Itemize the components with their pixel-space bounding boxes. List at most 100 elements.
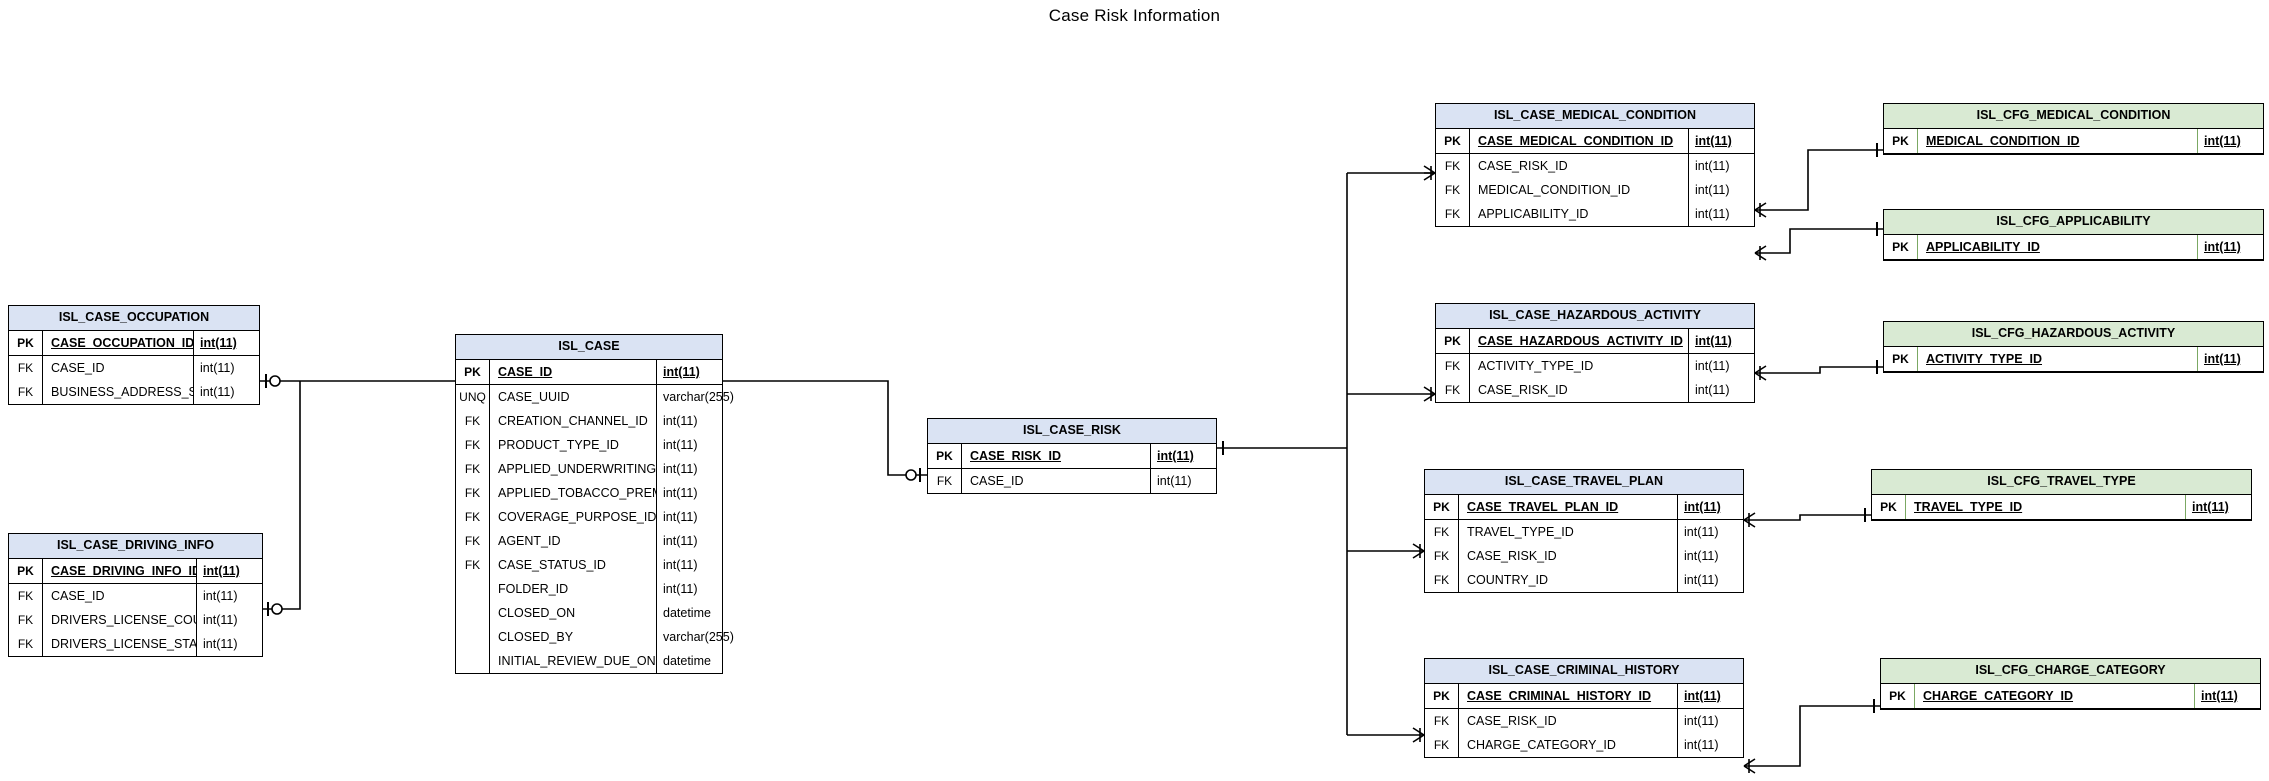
- column-row[interactable]: PK MEDICAL_CONDITION_ID int(11): [1884, 128, 2263, 154]
- entity-isl_cfg_travel_type[interactable]: ISL_CFG_TRAVEL_TYPE PK TRAVEL_TYPE_ID int(1…: [1871, 469, 2252, 521]
- column-row[interactable]: CLOSED_ON datetime: [456, 600, 722, 625]
- edge-case-caserisk: [723, 380, 927, 476]
- column-row[interactable]: FK DRIVERS_LICENSE_STATE_PROV_IDint(11): [9, 631, 262, 656]
- column-name: APPLICABILITY_ID: [1926, 239, 2040, 254]
- column-row[interactable]: FK CREATION_CHANNEL_ID int(11): [456, 408, 722, 433]
- column-datatype: int(11): [1677, 543, 1743, 568]
- entity-isl_cfg_hazardous_activity[interactable]: ISL_CFG_HAZARDOUS_ACTIVITY PK ACTIVITY_TYP…: [1883, 321, 2264, 373]
- column-datatype: int(11): [1677, 708, 1743, 733]
- column-row[interactable]: FK CASE_RISK_ID int(11): [1425, 708, 1743, 733]
- column-row[interactable]: FK ACTIVITY_TYPE_ID int(11): [1436, 353, 1754, 378]
- column-row[interactable]: PK CASE_HAZARDOUS_ACTIVITY_ID int(11): [1436, 328, 1754, 354]
- column-row[interactable]: FK APPLIED_TOBACCO_PREMIUM_BASIS_IDint(11…: [456, 480, 722, 505]
- column-row[interactable]: FK MEDICAL_CONDITION_ID int(11): [1436, 177, 1754, 202]
- crowfoot-travel-cfg: [1743, 512, 1756, 528]
- column-name: CASE_CRIMINAL_HISTORY_ID: [1467, 688, 1652, 703]
- entity-isl_cfg_applicability[interactable]: ISL_CFG_APPLICABILITY PK APPLICABILITY_ID i…: [1883, 209, 2264, 261]
- column-datatype: int(11): [196, 607, 262, 632]
- column-row[interactable]: FK CASE_RISK_ID int(11): [1436, 377, 1754, 402]
- column-row[interactable]: FK CASE_ID int(11): [928, 468, 1216, 493]
- column-row[interactable]: UNQ CASE_UUID varchar(255): [456, 384, 734, 409]
- column-name: COVERAGE_PURPOSE_ID: [498, 509, 656, 524]
- column-row[interactable]: FK BUSINESS_ADDRESS_STATE_PROV_IDint(11): [9, 379, 259, 404]
- column-row[interactable]: FK CASE_RISK_ID int(11): [1436, 153, 1754, 178]
- column-row[interactable]: FK COUNTRY_ID int(11): [1425, 567, 1743, 592]
- column-name: CASE_RISK_ID: [1478, 382, 1568, 397]
- column-key-badge: PK: [1425, 494, 1459, 519]
- column-datatype: int(11): [2197, 234, 2263, 259]
- column-datatype: datetime: [656, 648, 722, 673]
- column-row[interactable]: FK DRIVERS_LICENSE_COUNTRY_IDint(11): [9, 607, 262, 632]
- column-row[interactable]: PK ACTIVITY_TYPE_ID int(11): [1884, 346, 2263, 372]
- entity-title-isl_case_medical_condition: ISL_CASE_MEDICAL_CONDITION: [1436, 104, 1754, 129]
- entity-isl_case_driving_info[interactable]: ISL_CASE_DRIVING_INFO PK CASE_DRIVING_INFO…: [8, 533, 263, 657]
- column-name: APPLIED_TOBACCO_PREMIUM_BASIS_ID: [498, 485, 656, 500]
- column-datatype: int(11): [1150, 468, 1216, 493]
- entity-isl_case_hazardous_activity[interactable]: ISL_CASE_HAZARDOUS_ACTIVITY PK CASE_HAZARD…: [1435, 303, 1755, 403]
- column-row[interactable]: CLOSED_BY varchar(255): [456, 624, 734, 649]
- column-name: APPLIED_UNDERWRITING_CLASS_ID: [498, 461, 656, 476]
- column-row[interactable]: FK CASE_STATUS_ID int(11): [456, 552, 722, 577]
- column-datatype: int(11): [1677, 732, 1743, 757]
- column-row[interactable]: PK CASE_OCCUPATION_ID int(11): [9, 330, 259, 356]
- column-key-badge: PK: [456, 359, 490, 384]
- column-row[interactable]: FK AGENT_ID int(11): [456, 528, 722, 553]
- entity-isl_cfg_medical_condition[interactable]: ISL_CFG_MEDICAL_CONDITION PK MEDICAL_CONDI…: [1883, 103, 2264, 155]
- column-name: MEDICAL_CONDITION_ID: [1478, 182, 1631, 197]
- column-name: AGENT_ID: [498, 533, 561, 548]
- column-row[interactable]: FK APPLICABILITY_ID int(11): [1436, 201, 1754, 226]
- column-key-badge: FK: [1436, 201, 1470, 226]
- column-row[interactable]: PK CASE_RISK_ID int(11): [928, 443, 1216, 469]
- column-name: TRAVEL_TYPE_ID: [1467, 524, 1574, 539]
- column-row[interactable]: PK CASE_ID int(11): [456, 359, 722, 385]
- column-name: DRIVERS_LICENSE_COUNTRY_ID: [51, 612, 196, 627]
- column-datatype: int(11): [2197, 346, 2263, 371]
- column-name: ACTIVITY_TYPE_ID: [1926, 351, 2042, 366]
- column-row[interactable]: PK TRAVEL_TYPE_ID int(11): [1872, 494, 2251, 520]
- column-row[interactable]: FOLDER_ID int(11): [456, 576, 722, 601]
- entity-isl_case_occupation[interactable]: ISL_CASE_OCCUPATION PK CASE_OCCUPATION_ID i…: [8, 305, 260, 405]
- column-name: CASE_TRAVEL_PLAN_ID: [1467, 499, 1619, 514]
- entity-isl_case[interactable]: ISL_CASE PK CASE_ID int(11) UNQ CASE_UUID varc…: [455, 334, 734, 674]
- column-row[interactable]: FK TRAVEL_TYPE_ID int(11): [1425, 519, 1743, 544]
- column-datatype: int(11): [1677, 683, 1743, 708]
- crowfoot-hazardous-cfg: [1754, 365, 1767, 381]
- column-datatype: int(11): [1688, 153, 1754, 178]
- entity-isl_case_travel_plan[interactable]: ISL_CASE_TRAVEL_PLAN PK CASE_TRAVEL_PLAN_I…: [1424, 469, 1744, 593]
- column-datatype: int(11): [2185, 494, 2251, 519]
- marker-caserisk-zero-circle: [905, 469, 917, 481]
- column-key-badge: UNQ: [456, 384, 490, 409]
- entity-isl_cfg_charge_category[interactable]: ISL_CFG_CHARGE_CATEGORY PK CHARGE_CATEGORY…: [1880, 658, 2261, 710]
- column-key-badge: [456, 600, 490, 625]
- crowfoot-travel: [1412, 543, 1425, 559]
- column-name: DRIVERS_LICENSE_STATE_PROV_ID: [51, 636, 196, 651]
- column-row[interactable]: PK CASE_TRAVEL_PLAN_ID int(11): [1425, 494, 1743, 520]
- column-key-badge: FK: [928, 468, 962, 493]
- column-row[interactable]: FK CASE_ID int(11): [9, 583, 262, 608]
- column-row[interactable]: FK CASE_ID int(11): [9, 355, 259, 380]
- crowfoot-medical: [1423, 165, 1436, 181]
- crowfoot-criminal: [1412, 727, 1425, 743]
- column-row[interactable]: PK CASE_DRIVING_INFO_ID int(11): [9, 558, 262, 584]
- column-key-badge: FK: [1425, 708, 1459, 733]
- entity-isl_case_criminal_history[interactable]: ISL_CASE_CRIMINAL_HISTORY PK CASE_CRIMINAL…: [1424, 658, 1744, 758]
- column-row[interactable]: FK PRODUCT_TYPE_ID int(11): [456, 432, 722, 457]
- column-key-badge: FK: [1425, 519, 1459, 544]
- entity-title-isl_case_risk: ISL_CASE_RISK: [928, 419, 1216, 444]
- entity-isl_case_medical_condition[interactable]: ISL_CASE_MEDICAL_CONDITION PK CASE_MEDICAL…: [1435, 103, 1755, 227]
- column-row[interactable]: PK CASE_CRIMINAL_HISTORY_ID int(11): [1425, 683, 1743, 709]
- column-name: CASE_RISK_ID: [970, 448, 1061, 463]
- column-datatype: int(11): [656, 480, 722, 505]
- column-row[interactable]: FK CHARGE_CATEGORY_ID int(11): [1425, 732, 1743, 757]
- column-key-badge: FK: [9, 379, 43, 404]
- column-row[interactable]: INITIAL_REVIEW_DUE_ON datetime: [456, 648, 722, 673]
- column-row[interactable]: PK APPLICABILITY_ID int(11): [1884, 234, 2263, 260]
- column-row[interactable]: FK COVERAGE_PURPOSE_ID int(11): [456, 504, 722, 529]
- column-key-badge: FK: [456, 408, 490, 433]
- column-row[interactable]: PK CASE_MEDICAL_CONDITION_ID int(11): [1436, 128, 1754, 154]
- column-row[interactable]: FK CASE_RISK_ID int(11): [1425, 543, 1743, 568]
- column-row[interactable]: PK CHARGE_CATEGORY_ID int(11): [1881, 683, 2260, 709]
- column-row[interactable]: FK APPLIED_UNDERWRITING_CLASS_IDint(11): [456, 456, 722, 481]
- entity-isl_case_risk[interactable]: ISL_CASE_RISK PK CASE_RISK_ID int(11) FK CASE…: [927, 418, 1217, 494]
- column-datatype: int(11): [1677, 567, 1743, 592]
